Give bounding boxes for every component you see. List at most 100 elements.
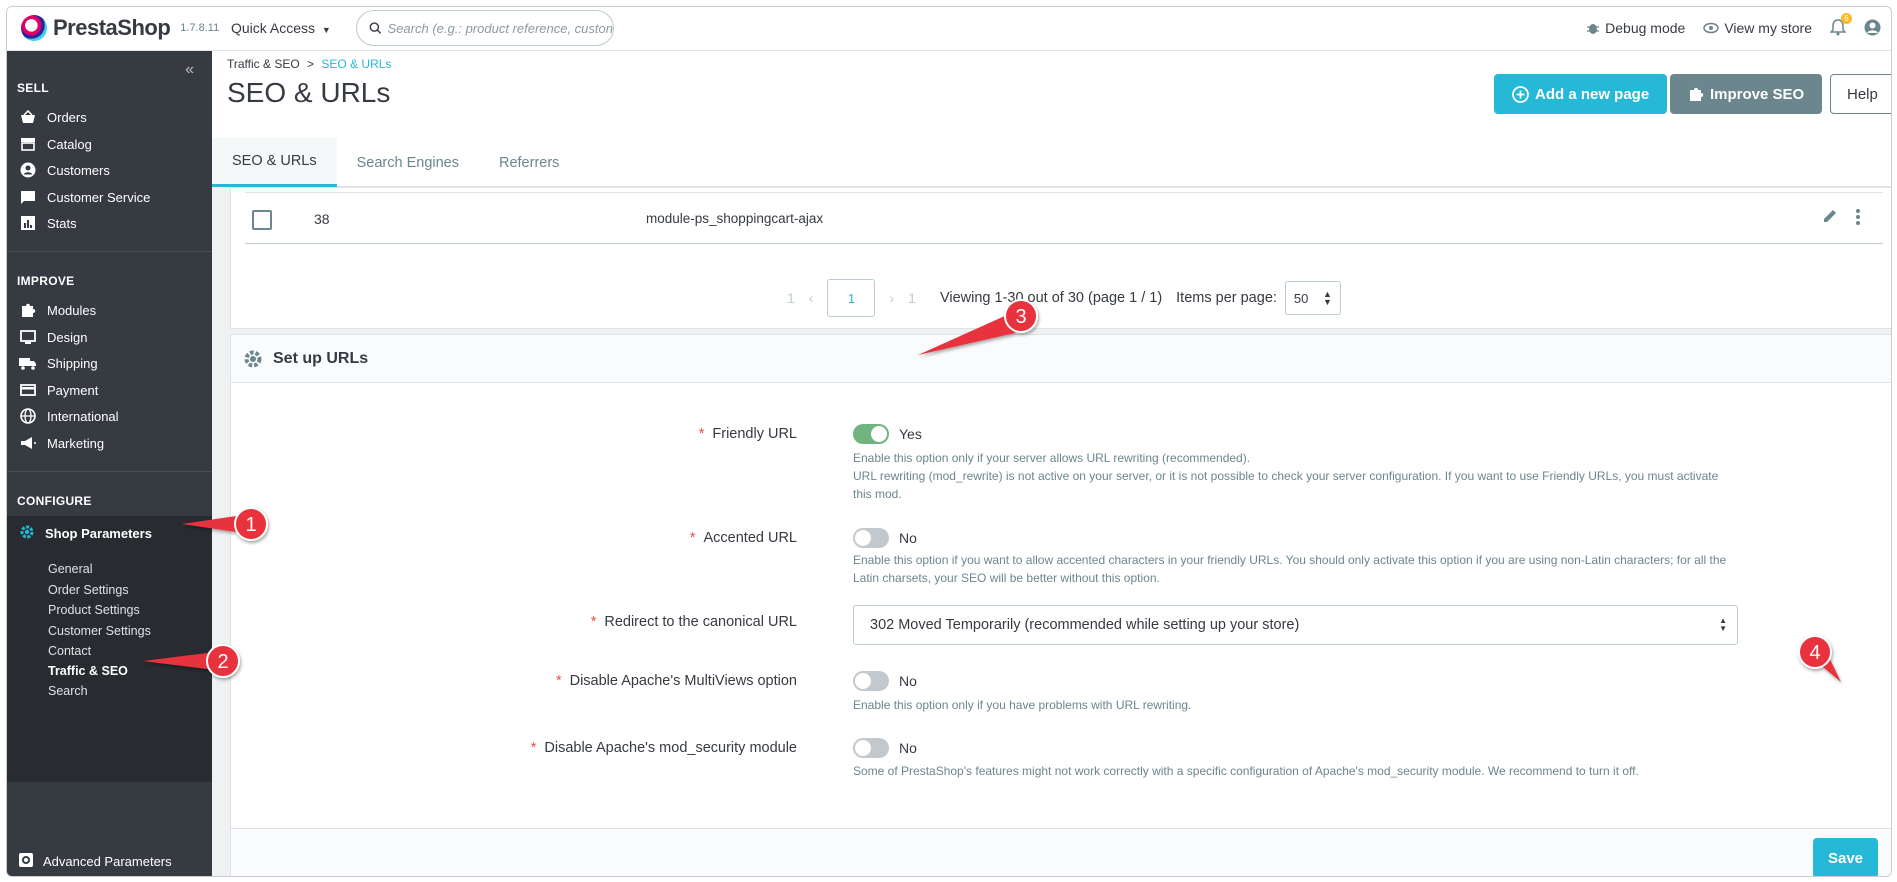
table-row: 38 module-ps_shoppingcart-ajax — [245, 192, 1883, 244]
submenu-item-search[interactable]: Search — [48, 684, 88, 698]
tab-seo-urls[interactable]: SEO & URLs — [212, 138, 337, 187]
accented-url-label: * Accented URL — [690, 530, 797, 546]
toggle-switch[interactable] — [853, 671, 889, 691]
version-label: 1.7.8.11 — [180, 22, 220, 34]
puzzle-icon — [19, 301, 37, 319]
sidebar-item-customer-service[interactable]: Customer Service — [19, 188, 150, 206]
sidebar-item-design[interactable]: Design — [19, 328, 87, 346]
sidebar-item-label: International — [47, 408, 119, 424]
sidebar-item-advanced-parameters[interactable]: Advanced Parameters — [7, 846, 212, 876]
page-tabs: SEO & URLs Search Engines Referrers — [212, 138, 579, 187]
sidebar-item-stats[interactable]: Stats — [19, 214, 77, 232]
items-per-page-value: 50 — [1293, 290, 1309, 306]
pager-first[interactable]: 1 — [787, 290, 795, 306]
page-header: Traffic & SEO > SEO & URLs SEO & URLs Ad… — [212, 51, 1891, 187]
pager-last[interactable]: 1 — [908, 290, 916, 306]
friendly-url-label: * Friendly URL — [699, 426, 797, 442]
mod-security-toggle[interactable]: No — [853, 738, 917, 758]
sidebar-item-marketing[interactable]: Marketing — [19, 434, 104, 452]
sidebar-item-label: Shipping — [47, 355, 98, 371]
sidebar-item-modules[interactable]: Modules — [19, 301, 96, 319]
edit-icon[interactable] — [1822, 208, 1838, 229]
required-mark: * — [698, 426, 705, 442]
items-per-page-label: Items per page: — [1176, 290, 1277, 306]
accented-url-toggle[interactable]: No — [853, 528, 917, 548]
brand-logo[interactable]: PrestaShop 1.7.8.11 — [21, 15, 219, 41]
required-mark: * — [555, 673, 562, 689]
toggle-switch[interactable] — [853, 738, 889, 758]
submenu-item-traffic-seo[interactable]: Traffic & SEO — [48, 664, 128, 678]
submenu-item-customer-settings[interactable]: Customer Settings — [48, 624, 151, 638]
friendly-url-toggle[interactable]: Yes — [853, 424, 922, 444]
section-improve: IMPROVE — [17, 274, 75, 288]
accented-url-label-text: Accented URL — [703, 530, 798, 546]
multiviews-label: * Disable Apache's MultiViews option — [556, 673, 797, 689]
tab-search-engines[interactable]: Search Engines — [337, 138, 479, 187]
submenu-item-contact[interactable]: Contact — [48, 644, 91, 658]
sidebar-nav: « SELL Orders Catalog Customers Customer… — [7, 51, 212, 876]
mod-security-value: No — [899, 740, 917, 756]
user-avatar-icon — [1864, 19, 1881, 36]
improve-seo-button[interactable]: Improve SEO — [1670, 74, 1823, 114]
sidebar-item-international[interactable]: International — [19, 407, 119, 425]
mod-security-label: * Disable Apache's mod_security module — [531, 740, 797, 756]
notification-badge: 6 — [1841, 13, 1852, 24]
sidebar-item-customers[interactable]: Customers — [19, 161, 110, 179]
accented-url-help: Enable this option if you want to allow … — [853, 553, 1727, 585]
search-input[interactable]: Search (e.g.: product reference, custon — [356, 10, 614, 46]
toggle-switch[interactable] — [853, 528, 889, 548]
caret-down-icon: ▼ — [321, 25, 331, 35]
sidebar-item-label: Stats — [47, 215, 77, 231]
sidebar-item-shipping[interactable]: Shipping — [19, 354, 98, 372]
submenu-item-order-settings[interactable]: Order Settings — [48, 583, 129, 597]
more-vertical-icon[interactable] — [1855, 208, 1861, 231]
sidebar-divider — [7, 251, 212, 252]
pagination: 1 ‹ 1 › 1 Viewing 1-30 out of 30 (page 1… — [787, 279, 1341, 317]
quick-access-dropdown[interactable]: Quick Access ▼ — [231, 20, 331, 36]
friendly-url-help: Enable this option only if your server a… — [853, 449, 1753, 503]
breadcrumb-current[interactable]: SEO & URLs — [321, 57, 391, 71]
account-button[interactable] — [1864, 19, 1881, 36]
chevron-right-icon[interactable]: › — [889, 290, 894, 306]
monitor-icon — [19, 328, 37, 346]
sidebar-item-label: Customers — [47, 162, 110, 178]
toggle-switch[interactable] — [853, 424, 889, 444]
row-checkbox[interactable] — [252, 210, 272, 230]
row-page-name: module-ps_shoppingcart-ajax — [646, 211, 824, 226]
sidebar-item-label: Orders — [47, 109, 87, 125]
row-id: 38 — [314, 211, 330, 227]
callout-number: 2 — [217, 651, 228, 673]
sidebar-item-orders[interactable]: Orders — [19, 108, 87, 126]
plus-circle-icon — [1512, 85, 1529, 103]
bar-chart-icon — [19, 214, 37, 232]
sidebar-item-label: Payment — [47, 382, 99, 398]
store-icon — [19, 135, 37, 153]
save-button[interactable]: Save — [1813, 838, 1878, 876]
sidebar-item-label: Advanced Parameters — [43, 854, 172, 869]
notifications-button[interactable]: 6 — [1830, 13, 1852, 36]
tab-referrers[interactable]: Referrers — [479, 138, 579, 187]
items-per-page-select[interactable]: 50 ▲ ▼ — [1284, 281, 1341, 315]
sidebar-item-catalog[interactable]: Catalog — [19, 135, 92, 153]
help-button[interactable]: Help — [1830, 74, 1891, 114]
add-new-page-button[interactable]: Add a new page — [1494, 74, 1668, 114]
debug-mode-link[interactable]: Debug mode — [1586, 20, 1685, 36]
quick-access-label: Quick Access — [231, 20, 316, 36]
sidebar-item-payment[interactable]: Payment — [19, 381, 98, 399]
multiviews-toggle[interactable]: No — [853, 671, 917, 691]
collapse-sidebar-button[interactable]: « — [185, 61, 194, 79]
current-page-input[interactable]: 1 — [827, 279, 876, 317]
breadcrumb-parent[interactable]: Traffic & SEO — [227, 57, 300, 71]
puzzle-icon — [1690, 87, 1704, 101]
view-store-link[interactable]: View my store — [1703, 20, 1812, 36]
breadcrumb: Traffic & SEO > SEO & URLs — [227, 57, 391, 71]
chevron-left-icon[interactable]: ‹ — [809, 290, 814, 306]
gear-icon — [19, 524, 35, 543]
submenu-item-general[interactable]: General — [48, 562, 92, 576]
sidebar-item-shop-parameters[interactable]: Shop Parameters — [7, 516, 212, 550]
improve-seo-label: Improve SEO — [1710, 85, 1805, 103]
submenu-item-product-settings[interactable]: Product Settings — [48, 603, 140, 617]
required-mark: * — [530, 740, 537, 756]
seo-urls-list-panel: 38 module-ps_shoppingcart-ajax 1 ‹ 1 › 1… — [230, 187, 1891, 329]
canonical-redirect-select[interactable]: 302 Moved Temporarily (recommended while… — [853, 605, 1738, 645]
